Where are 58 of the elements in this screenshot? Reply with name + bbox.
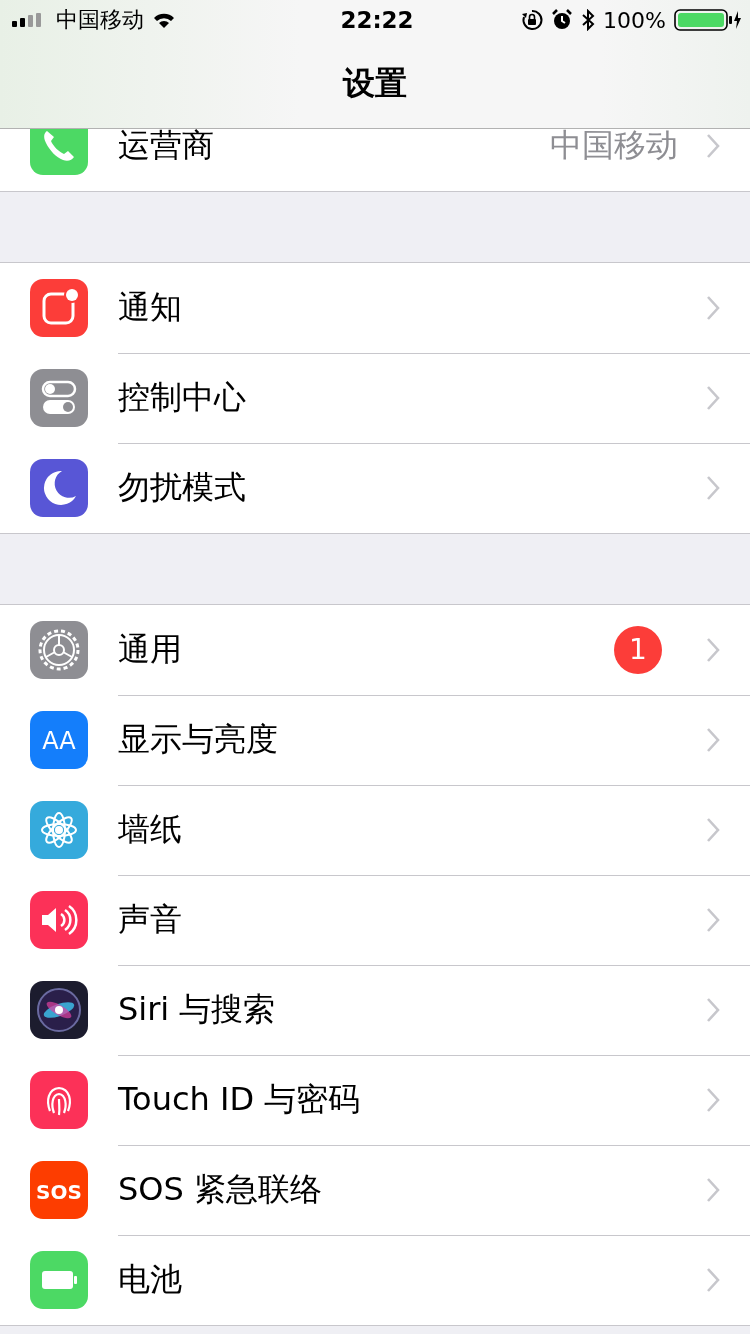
row-label: 通用 <box>118 628 183 670</box>
settings-row[interactable]: 声音 <box>0 875 750 965</box>
battery-charging-icon <box>674 9 742 31</box>
page-title: 设置 <box>343 63 407 104</box>
row-label: 勿扰模式 <box>118 467 247 508</box>
settings-row[interactable]: 墙纸 <box>0 785 750 875</box>
row-label: 控制中心 <box>118 376 247 418</box>
settings-row[interactable]: Siri 与搜索 <box>0 965 750 1055</box>
speaker-icon <box>30 891 88 949</box>
flower-icon <box>30 801 88 859</box>
battery-percent: 100% <box>603 7 666 33</box>
chevron-icon <box>706 294 720 321</box>
clock-time: 22:22 <box>340 7 414 33</box>
chevron-icon <box>706 475 720 501</box>
chevron-icon <box>706 906 720 933</box>
row-label: SOS 紧急联络 <box>118 1168 323 1210</box>
row-label: 显示与亮度 <box>118 718 279 760</box>
chevron-icon <box>706 1267 720 1293</box>
settings-row[interactable]: 通用 1 <box>0 605 750 695</box>
row-label: 通知 <box>118 286 183 328</box>
row-label: Touch ID 与密码 <box>118 1078 362 1120</box>
row-label: 声音 <box>118 898 183 940</box>
settings-row[interactable]: SOS SOS 紧急联络 <box>0 1145 750 1235</box>
chevron-icon <box>706 133 720 159</box>
settings-row[interactable]: Touch ID 与密码 <box>0 1055 750 1145</box>
notification-badge: 1 <box>614 625 662 674</box>
chevron-icon <box>706 1086 720 1113</box>
gear-icon <box>30 621 88 679</box>
chevron-icon <box>706 1176 720 1203</box>
chevron-icon <box>706 816 720 843</box>
chevron-icon <box>706 996 720 1023</box>
wifi-icon <box>152 11 176 29</box>
settings-row[interactable]: AA 显示与亮度 <box>0 695 750 785</box>
orb-icon <box>30 981 88 1039</box>
alarm-icon <box>551 9 574 31</box>
notification-icon <box>30 279 88 337</box>
carrier-name: 中国移动 <box>56 6 144 34</box>
row-value: 中国移动 <box>550 129 678 166</box>
rotation-lock-icon <box>521 9 544 31</box>
sos-icon: SOS <box>30 1161 88 1219</box>
fingerprint-icon <box>30 1071 88 1129</box>
text-size-icon: AA <box>30 711 88 769</box>
moon-icon <box>30 459 88 517</box>
chevron-icon <box>706 636 720 663</box>
battery-icon <box>30 1251 88 1309</box>
toggles-icon <box>30 369 88 427</box>
settings-row[interactable]: 通知 <box>0 263 750 353</box>
chevron-icon <box>706 384 720 411</box>
settings-row[interactable]: 运营商 中国移动 <box>0 129 750 191</box>
settings-row[interactable]: 勿扰模式 <box>0 443 750 533</box>
row-label: 运营商 <box>118 129 215 166</box>
bluetooth-icon <box>581 9 596 31</box>
settings-row[interactable]: 电池 <box>0 1235 750 1325</box>
row-label: Siri 与搜索 <box>118 988 277 1030</box>
chevron-icon <box>706 726 720 753</box>
settings-row[interactable]: 控制中心 <box>0 353 750 443</box>
row-label: 电池 <box>118 1259 183 1300</box>
row-label: 墙纸 <box>118 808 183 850</box>
